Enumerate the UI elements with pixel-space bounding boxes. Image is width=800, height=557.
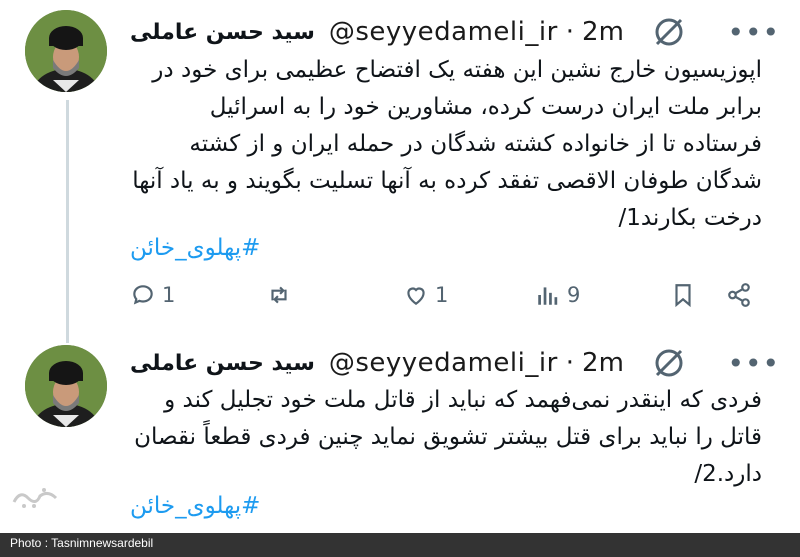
views-button[interactable]: 9 (535, 282, 580, 308)
photo-credit-bar: Photo : Tasnimnewsardebil (0, 533, 800, 557)
avatar[interactable] (25, 345, 107, 427)
view-count: 9 (567, 283, 581, 307)
timestamp[interactable]: 2m (582, 17, 624, 47)
author-handle[interactable]: @seyyedameli_ir (329, 17, 558, 47)
photo-credit: Photo : Tasnimnewsardebil (10, 536, 154, 550)
separator-dot: · (565, 17, 575, 47)
bookmark-icon (675, 284, 691, 308)
timestamp[interactable]: 2m (582, 348, 624, 378)
author-handle[interactable]: @seyyedameli_ir (329, 348, 558, 378)
hashtag-link[interactable]: #پهلوی_خائن (130, 493, 762, 519)
views-icon (538, 287, 558, 305)
more-dots-icon[interactable]: ••• (727, 347, 780, 380)
hashtag-link[interactable]: #پهلوی_خائن (130, 235, 762, 261)
grok-slash-circle-icon[interactable] (651, 14, 687, 50)
tweet-header: سید حسن عاملی @seyyedameli_ir · 2m ••• (130, 343, 780, 383)
share-button[interactable] (726, 282, 752, 308)
avatar[interactable] (25, 10, 107, 92)
tweet-actions: 1 1 9 (130, 282, 762, 316)
reply-icon (133, 285, 153, 305)
retweet-button[interactable] (266, 282, 298, 308)
reply-count: 1 (162, 283, 176, 307)
retweet-icon (271, 286, 287, 304)
like-count: 1 (435, 283, 449, 307)
heart-icon (407, 287, 425, 305)
grok-slash-circle-icon[interactable] (651, 345, 687, 381)
reply-button[interactable]: 1 (130, 282, 175, 308)
bookmark-button[interactable] (670, 282, 696, 308)
author-name[interactable]: سید حسن عاملی (130, 351, 315, 376)
tasnim-logo-watermark (12, 488, 58, 508)
like-button[interactable]: 1 (403, 282, 448, 308)
more-dots-icon[interactable]: ••• (727, 16, 780, 49)
author-name[interactable]: سید حسن عاملی (130, 20, 315, 45)
tweet-header: سید حسن عاملی @seyyedameli_ir · 2m ••• (130, 12, 780, 52)
share-icon (728, 283, 750, 307)
tweet-text: اپوزیسیون خارج نشین این هفته یک افتضاح ع… (132, 57, 762, 231)
separator-dot: · (565, 348, 575, 378)
thread-line (66, 100, 69, 343)
tweet-text: فردی که اینقدر نمی‌فهمد که نباید از قاتل… (134, 387, 762, 487)
